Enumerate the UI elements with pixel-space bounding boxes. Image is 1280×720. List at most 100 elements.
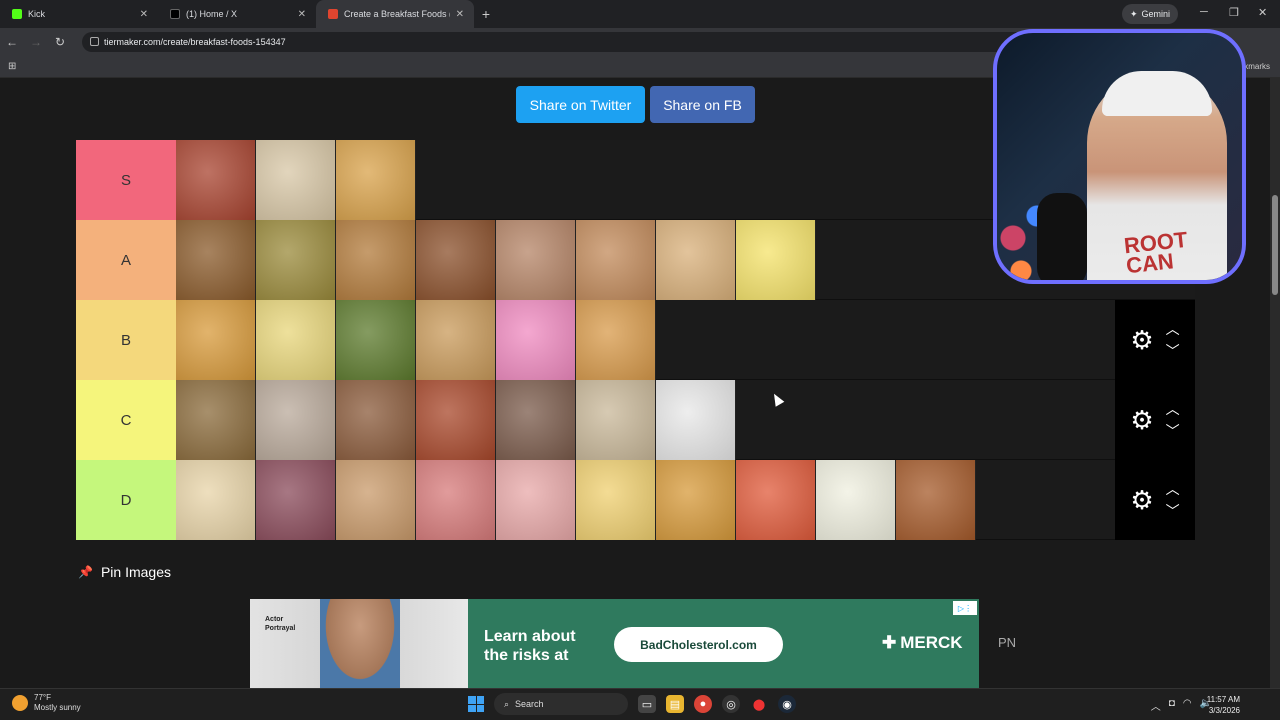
chevron-up-icon[interactable]: ︿: [1166, 322, 1180, 336]
wifi-icon[interactable]: ◠: [1183, 698, 1192, 713]
adchoices-icon[interactable]: ▷⋮: [953, 601, 977, 615]
food-image-buttered-toast[interactable]: [416, 300, 496, 380]
share-facebook-button[interactable]: Share on FB: [650, 86, 755, 123]
food-image-avocado-toast[interactable]: [336, 300, 416, 380]
food-image-deviled-eggs[interactable]: [816, 460, 896, 540]
shirt-text: ROOT CAN: [1122, 226, 1189, 279]
sun-icon: [12, 695, 28, 711]
food-image-bacon[interactable]: [176, 140, 256, 220]
close-icon[interactable]: ✕: [298, 9, 306, 20]
chevron-up-icon[interactable]: ︿: [1166, 482, 1180, 496]
food-image-english-muffin[interactable]: [176, 460, 256, 540]
tab-tiermaker[interactable]: Create a Breakfast Foods (30+ ✕: [316, 0, 474, 28]
minimize-icon[interactable]: ─: [1200, 6, 1208, 18]
food-image-croissant[interactable]: [576, 300, 656, 380]
reload-icon[interactable]: ↻: [48, 35, 72, 49]
food-image-omelette[interactable]: [256, 300, 336, 380]
obs-icon[interactable]: ◎: [722, 695, 740, 713]
windows-start-icon[interactable]: [468, 696, 484, 712]
food-image-bagel[interactable]: [256, 380, 336, 460]
chevron-up-icon[interactable]: ︿: [1151, 698, 1161, 713]
food-image-muffin[interactable]: [336, 380, 416, 460]
close-icon[interactable]: ✕: [456, 9, 464, 20]
tab-x[interactable]: (1) Home / X ✕: [158, 0, 316, 28]
food-image-oatmeal[interactable]: [576, 380, 656, 460]
food-image-sausage-links[interactable]: [496, 220, 576, 300]
food-image-french-toast[interactable]: [176, 220, 256, 300]
scrollbar-thumb[interactable]: [1272, 195, 1278, 295]
back-arrow-icon[interactable]: ←: [0, 35, 24, 49]
food-image-cinnamon-roll[interactable]: [576, 220, 656, 300]
food-image-breakfast-potatoes[interactable]: [656, 460, 736, 540]
taskbar-apps: ⌕ Search ▭ ▤ ● ◎ ⬤ ◉: [468, 693, 796, 715]
food-image-cereal[interactable]: [176, 380, 256, 460]
forward-arrow-icon[interactable]: →: [24, 35, 48, 49]
tier-label-s[interactable]: S: [76, 140, 176, 220]
tier-label-b[interactable]: B: [76, 300, 176, 380]
gear-icon[interactable]: ⚙: [1130, 325, 1153, 356]
chevron-up-icon[interactable]: ︿: [1166, 402, 1180, 416]
food-image-mini-bagels[interactable]: [336, 460, 416, 540]
food-image-fried-egg[interactable]: [656, 380, 736, 460]
gemini-button[interactable]: ✦ Gemini: [1122, 4, 1179, 24]
site-info-icon[interactable]: [90, 37, 99, 46]
share-twitter-button[interactable]: Share on Twitter: [516, 86, 645, 123]
close-icon[interactable]: ✕: [140, 9, 148, 20]
new-tab-button[interactable]: +: [474, 6, 498, 22]
tier-controls: ⚙ ︿ ﹀: [1115, 460, 1195, 540]
window-close-icon[interactable]: ✕: [1258, 6, 1267, 19]
food-image-biscuits[interactable]: [656, 220, 736, 300]
food-image-sausage-patty[interactable]: [416, 220, 496, 300]
tier-row-b: B ⚙ ︿ ﹀: [76, 300, 1195, 380]
tray-app-icon[interactable]: ◘: [1169, 698, 1175, 713]
page-scrollbar[interactable]: [1270, 78, 1280, 688]
file-explorer-icon[interactable]: ▤: [666, 695, 684, 713]
food-image-canadian-bacon[interactable]: [496, 460, 576, 540]
food-image-hash-brown-patty[interactable]: [176, 300, 256, 380]
food-image-scrambled-eggs[interactable]: [736, 220, 816, 300]
food-image-baked-beans[interactable]: [896, 460, 976, 540]
maps-pin-icon[interactable]: ⬤: [750, 695, 768, 713]
tier-row-c: C ⚙ ︿ ﹀: [76, 380, 1195, 460]
tier-label-c[interactable]: C: [76, 380, 176, 460]
tier-label-d[interactable]: D: [76, 460, 176, 540]
food-image-hash-browns[interactable]: [336, 220, 416, 300]
pin-images-toggle[interactable]: 📌 Pin Images: [78, 564, 171, 580]
chevron-down-icon[interactable]: ﹀: [1166, 344, 1180, 358]
restore-icon[interactable]: ❐: [1229, 6, 1239, 19]
tab-title: Kick: [28, 9, 46, 19]
gear-icon[interactable]: ⚙: [1130, 405, 1153, 436]
browser-tab-strip: Kick ✕ (1) Home / X ✕ Create a Breakfast…: [0, 0, 1280, 28]
taskbar: 77°F Mostly sunny ⌕ Search ▭ ▤ ● ◎ ⬤ ◉ ︿ ◘…: [0, 688, 1280, 720]
chevron-down-icon[interactable]: ﹀: [1166, 504, 1180, 518]
microphone-icon: [1037, 193, 1087, 280]
weather-widget[interactable]: 77°F Mostly sunny: [12, 693, 81, 713]
ad-cta-button[interactable]: BadCholesterol.com: [614, 627, 783, 662]
food-image-ham-steak[interactable]: [416, 460, 496, 540]
food-image-corned-beef-hash[interactable]: [416, 380, 496, 460]
ad-side-text: PN: [998, 635, 1017, 650]
clock-date: 3/3/2026: [1208, 706, 1240, 715]
chrome-icon[interactable]: ●: [694, 695, 712, 713]
advertisement-banner[interactable]: Actor Portrayal Learn about the risks at…: [250, 599, 979, 688]
task-view-icon[interactable]: ▭: [638, 695, 656, 713]
food-image-fruit-salad[interactable]: [736, 460, 816, 540]
food-image-biscuits-and-gravy[interactable]: [256, 140, 336, 220]
tier-label-a[interactable]: A: [76, 220, 176, 300]
chevron-down-icon[interactable]: ﹀: [1166, 424, 1180, 438]
food-image-pancakes[interactable]: [336, 140, 416, 220]
food-image-eggs-benedict[interactable]: [576, 460, 656, 540]
food-image-home-fries[interactable]: [256, 220, 336, 300]
food-image-yogurt-parfait[interactable]: [256, 460, 336, 540]
food-image-donut[interactable]: [496, 300, 576, 380]
food-image-steak-and-eggs[interactable]: [496, 380, 576, 460]
taskbar-search[interactable]: ⌕ Search: [494, 693, 628, 715]
steam-icon[interactable]: ◉: [778, 695, 796, 713]
apps-grid-icon[interactable]: ⊞: [8, 61, 16, 72]
tiermaker-favicon-icon: [328, 9, 338, 19]
gear-icon[interactable]: ⚙: [1130, 485, 1153, 516]
tab-kick[interactable]: Kick ✕: [0, 0, 158, 28]
clock-time: 11:57 AM: [1206, 695, 1240, 704]
clock[interactable]: 11:57 AM 3/3/2026: [1207, 694, 1240, 716]
merck-logo-icon: ✚: [882, 633, 897, 652]
